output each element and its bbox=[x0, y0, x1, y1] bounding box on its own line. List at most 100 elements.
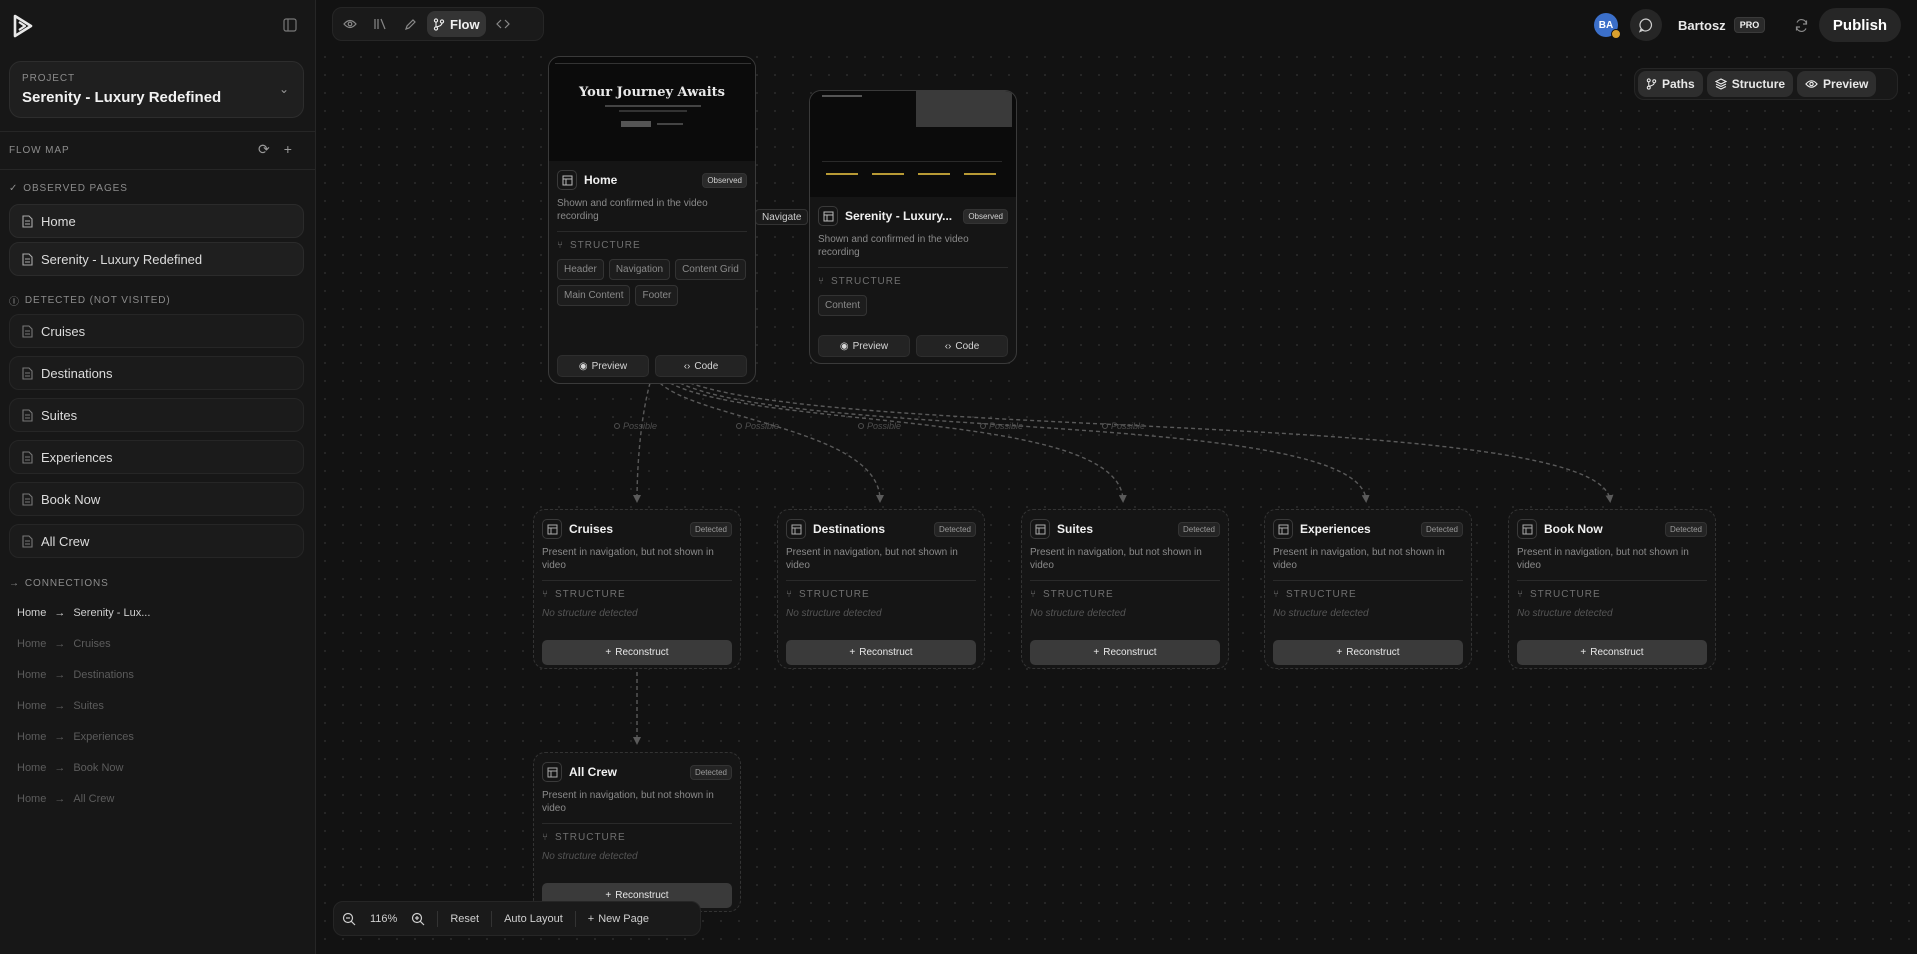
card-title: Serenity - Luxury... bbox=[845, 209, 953, 223]
chat-icon[interactable] bbox=[1630, 9, 1662, 41]
page-card-suites[interactable]: Suites Detected Present in navigation, b… bbox=[1021, 509, 1229, 669]
plus-icon: + bbox=[1336, 647, 1343, 658]
sidebar-item-label: All Crew bbox=[41, 533, 90, 549]
page-card-home[interactable]: Your Journey Awaits Home Observed Shown … bbox=[548, 56, 756, 384]
sidebar-item-serenity[interactable]: Serenity - Luxury Redefined bbox=[9, 242, 304, 276]
library-icon[interactable] bbox=[367, 11, 393, 37]
refresh-icon[interactable]: ⟳ bbox=[258, 141, 270, 158]
sidebar-item-cruises[interactable]: Cruises bbox=[9, 314, 304, 348]
reconstruct-button[interactable]: + Reconstruct bbox=[1517, 640, 1707, 665]
avatar[interactable]: BA bbox=[1594, 13, 1621, 39]
plus-icon: + bbox=[849, 647, 856, 658]
sidebar-item-suites[interactable]: Suites bbox=[9, 398, 304, 432]
card-description: Present in navigation, but not shown in … bbox=[542, 790, 714, 814]
divider bbox=[557, 231, 747, 232]
branch-icon: ⑂ bbox=[818, 276, 825, 287]
sidebar-item-destinations[interactable]: Destinations bbox=[9, 356, 304, 390]
zoom-out-icon[interactable] bbox=[342, 912, 356, 926]
page-card-serenity[interactable]: Serenity - Luxury... Observed Shown and … bbox=[809, 90, 1017, 364]
connection-item[interactable]: Home → Experiences bbox=[17, 731, 134, 743]
empty-structure-text: No structure detected bbox=[786, 608, 882, 619]
structure-chip: Content Grid bbox=[675, 259, 746, 280]
structure-heading: ⑂ STRUCTURE bbox=[778, 589, 984, 600]
connection-from: Home bbox=[17, 607, 47, 619]
zoom-in-icon[interactable] bbox=[411, 912, 425, 926]
plan-badge: PRO bbox=[1733, 17, 1766, 33]
structure-chips: Header Navigation Content Grid Main Cont… bbox=[549, 251, 755, 306]
sidebar-collapse-icon[interactable] bbox=[280, 15, 300, 35]
page-card-destinations[interactable]: Destinations Detected Present in navigat… bbox=[777, 509, 985, 669]
connection-item[interactable]: Home → Destinations bbox=[17, 669, 134, 681]
code-button[interactable]: ‹› Code bbox=[916, 335, 1008, 357]
card-description: Present in navigation, but not shown in … bbox=[1030, 547, 1202, 571]
publish-button[interactable]: Publish bbox=[1819, 8, 1901, 42]
code-button[interactable]: ‹› Code bbox=[655, 355, 747, 377]
page-card-experiences[interactable]: Experiences Detected Present in navigati… bbox=[1264, 509, 1472, 669]
connection-item[interactable]: Home → Suites bbox=[17, 700, 104, 712]
flow-mode-button[interactable]: Flow bbox=[427, 11, 486, 37]
paths-button[interactable]: Paths bbox=[1638, 71, 1703, 97]
add-icon[interactable]: + bbox=[284, 141, 292, 158]
sidebar-item-all-crew[interactable]: All Crew bbox=[9, 524, 304, 558]
eye-icon bbox=[1805, 80, 1818, 88]
new-page-button[interactable]: + New Page bbox=[588, 913, 649, 925]
paths-label: Paths bbox=[1662, 77, 1695, 91]
sidebar-item-experiences[interactable]: Experiences bbox=[9, 440, 304, 474]
user-name[interactable]: Bartosz bbox=[1678, 18, 1726, 33]
preview-button[interactable]: Preview bbox=[1797, 71, 1877, 97]
structure-label: STRUCTURE bbox=[831, 276, 902, 287]
page-card-cruises[interactable]: Cruises Detected Present in navigation, … bbox=[533, 509, 741, 669]
reconstruct-button[interactable]: + Reconstruct bbox=[1273, 640, 1463, 665]
sidebar-item-label: Book Now bbox=[41, 491, 101, 507]
divider bbox=[491, 910, 493, 927]
connection-to: Cruises bbox=[73, 638, 111, 650]
layout-icon bbox=[542, 519, 562, 539]
reset-button[interactable]: Reset bbox=[450, 913, 479, 925]
structure-chip: Main Content bbox=[557, 285, 631, 306]
sync-icon[interactable] bbox=[1787, 11, 1815, 39]
zoom-toolbar: 116% Reset Auto Layout + New Page bbox=[333, 901, 701, 936]
branch-icon: ⑂ bbox=[1030, 589, 1037, 600]
project-name: Serenity - Luxury Redefined bbox=[22, 89, 222, 106]
sidebar-item-book-now[interactable]: Book Now bbox=[9, 482, 304, 516]
sidebar-item-home[interactable]: Home bbox=[9, 204, 304, 238]
divider bbox=[542, 823, 732, 824]
eye-icon: ◉ bbox=[839, 340, 849, 352]
connection-item[interactable]: Home → Serenity - Lux... bbox=[17, 607, 150, 619]
empty-structure-text: No structure detected bbox=[1517, 608, 1613, 619]
eye-icon[interactable] bbox=[337, 11, 363, 37]
layout-icon bbox=[542, 762, 562, 782]
page-icon bbox=[22, 252, 33, 266]
reconstruct-button[interactable]: + Reconstruct bbox=[786, 640, 976, 665]
page-card-all-crew[interactable]: All Crew Detected Present in navigation,… bbox=[533, 752, 741, 912]
branch-icon bbox=[433, 17, 445, 31]
project-selector[interactable]: PROJECT Serenity - Luxury Redefined ⌄ bbox=[9, 61, 304, 118]
chevron-down-icon: ⌄ bbox=[278, 82, 289, 96]
plus-icon: + bbox=[1580, 647, 1587, 658]
layout-icon bbox=[1030, 519, 1050, 539]
connection-item[interactable]: Home → Cruises bbox=[17, 638, 111, 650]
preview-button[interactable]: ◉ Preview bbox=[818, 335, 910, 357]
sidebar-item-label: Experiences bbox=[41, 449, 113, 465]
page-card-book-now[interactable]: Book Now Detected Present in navigation,… bbox=[1508, 509, 1716, 669]
connection-item[interactable]: Home → All Crew bbox=[17, 793, 114, 805]
reconstruct-button[interactable]: + Reconstruct bbox=[542, 640, 732, 665]
connection-from: Home bbox=[17, 669, 47, 681]
app-logo-icon[interactable] bbox=[10, 13, 36, 39]
structure-heading: ⑂ STRUCTURE bbox=[1509, 589, 1715, 600]
sidebar-item-label: Cruises bbox=[41, 323, 86, 339]
code-icon[interactable] bbox=[490, 11, 516, 37]
connection-item[interactable]: Home → Book Now bbox=[17, 762, 123, 774]
reconstruct-label: Reconstruct bbox=[1103, 647, 1157, 658]
auto-layout-button[interactable]: Auto Layout bbox=[504, 913, 563, 925]
structure-button[interactable]: Structure bbox=[1706, 71, 1794, 97]
pencil-icon[interactable] bbox=[397, 11, 423, 37]
connections-label: CONNECTIONS bbox=[24, 578, 109, 589]
card-actions: ◉ Preview ‹› Code bbox=[549, 355, 755, 377]
reconstruct-button[interactable]: + Reconstruct bbox=[1030, 640, 1220, 665]
page-icon bbox=[22, 450, 33, 464]
preview-button[interactable]: ◉ Preview bbox=[557, 355, 649, 377]
detected-pages-heading: ⓘ DETECTED (NOT VISITED) bbox=[9, 293, 171, 308]
card-description: Shown and confirmed in the video recordi… bbox=[557, 198, 708, 222]
card-title: Destinations bbox=[813, 522, 886, 536]
